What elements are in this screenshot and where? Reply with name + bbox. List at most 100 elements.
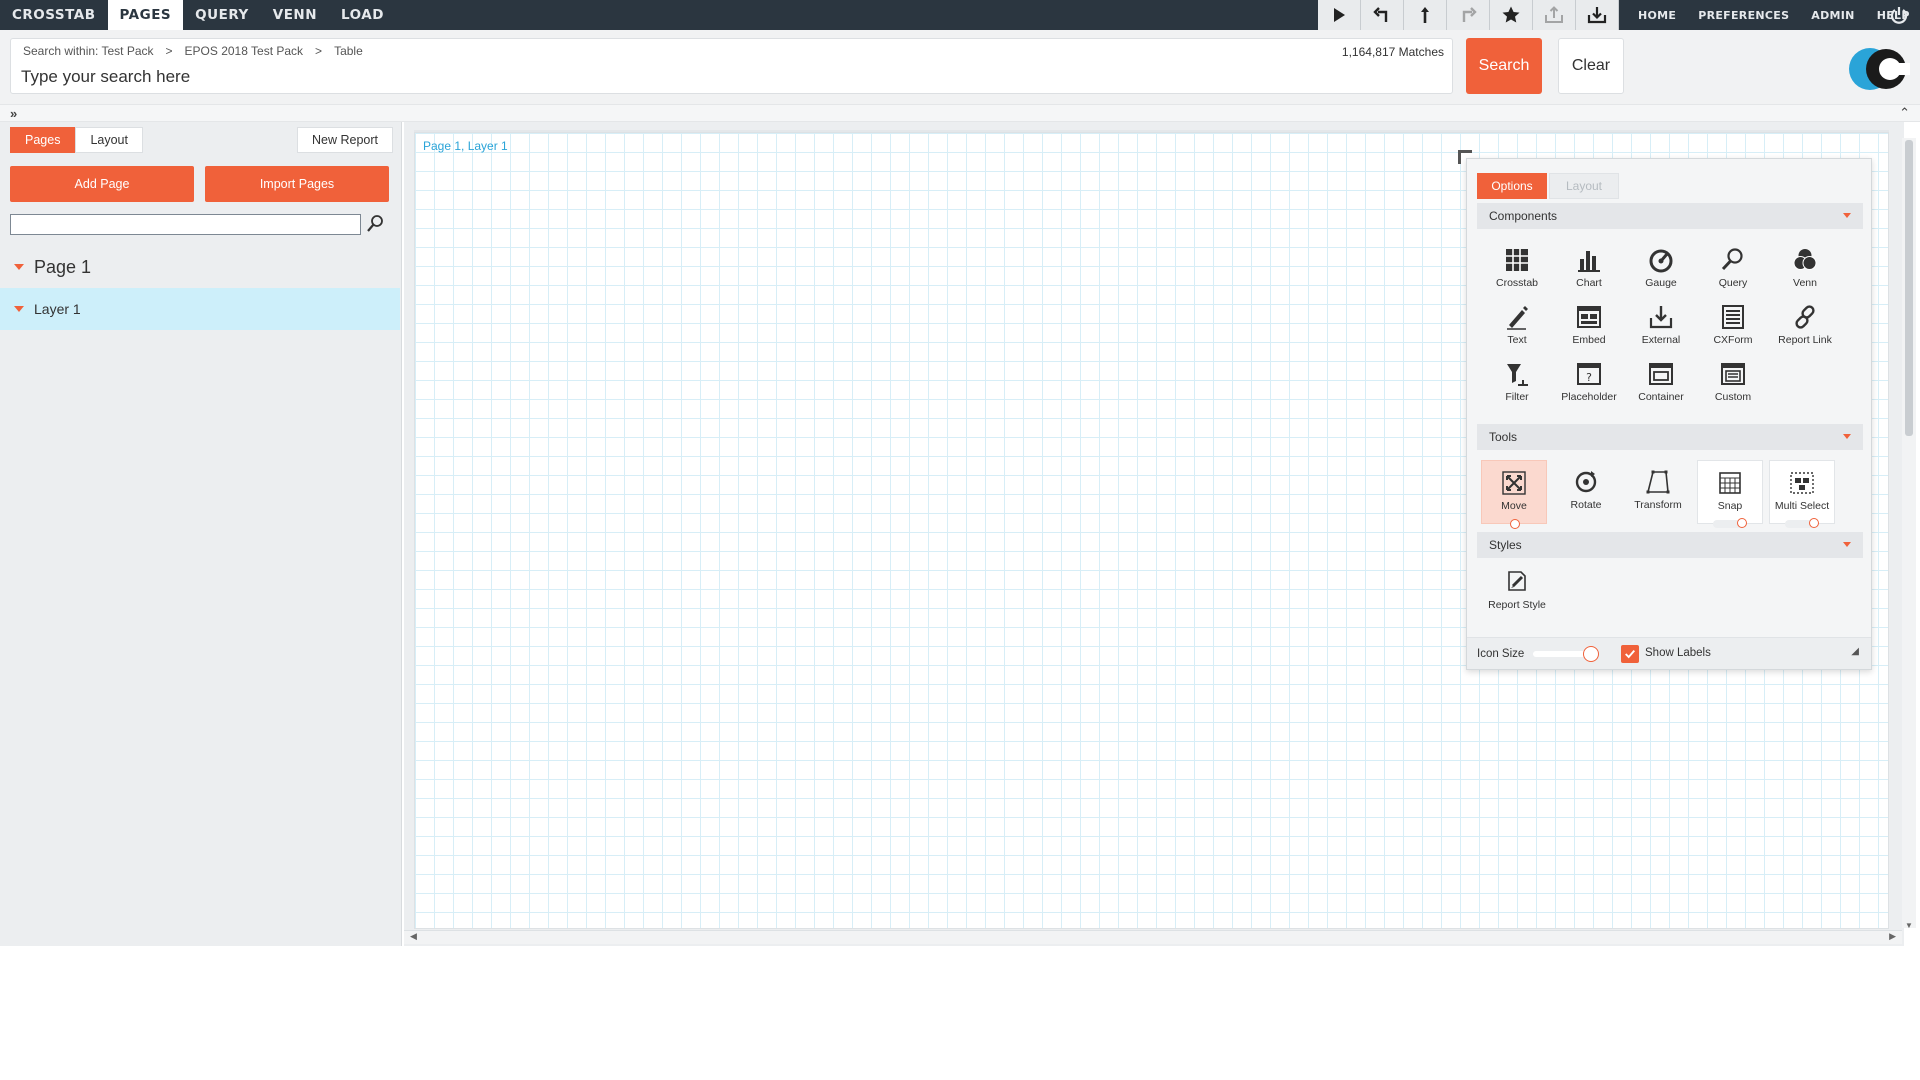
canvas-location-label: Page 1, Layer 1 bbox=[423, 139, 508, 153]
section-title: Components bbox=[1489, 209, 1558, 223]
venn-icon bbox=[1793, 249, 1817, 270]
star-icon[interactable] bbox=[1490, 0, 1533, 30]
toolbar bbox=[1318, 0, 1619, 30]
toggle-knob[interactable] bbox=[1809, 518, 1819, 528]
caret-down-icon[interactable] bbox=[1843, 213, 1851, 218]
search-button[interactable]: Search bbox=[1466, 38, 1542, 94]
add-page-button[interactable]: Add Page bbox=[10, 166, 194, 202]
tab-options[interactable]: Options bbox=[1477, 173, 1547, 199]
breadcrumb-item[interactable]: Search within: Test Pack bbox=[23, 44, 154, 58]
tree-item-layer[interactable]: Layer 1 bbox=[0, 288, 400, 330]
component-label: CXForm bbox=[1713, 334, 1753, 346]
component-label: Text bbox=[1507, 334, 1527, 346]
tab-crosstab[interactable]: CROSSTAB bbox=[0, 0, 108, 30]
styles-section-header[interactable]: Styles bbox=[1477, 532, 1863, 558]
icon-size-slider[interactable] bbox=[1533, 646, 1599, 662]
home-link[interactable]: HOME bbox=[1638, 9, 1676, 22]
slider-knob[interactable] bbox=[1583, 646, 1599, 662]
show-labels-checkbox[interactable] bbox=[1621, 645, 1639, 663]
admin-link[interactable]: ADMIN bbox=[1811, 9, 1854, 22]
tab-venn[interactable]: VENN bbox=[261, 0, 329, 30]
embed-icon bbox=[1577, 306, 1601, 328]
container-icon bbox=[1649, 363, 1673, 385]
page-filter-input[interactable] bbox=[10, 214, 361, 235]
tool-label: Move bbox=[1501, 500, 1527, 512]
clear-button[interactable]: Clear bbox=[1558, 38, 1624, 94]
power-icon[interactable] bbox=[1889, 5, 1909, 25]
snap-toggle[interactable] bbox=[1713, 518, 1747, 528]
search-input[interactable] bbox=[21, 65, 1321, 89]
scrollbar-thumb[interactable] bbox=[1905, 140, 1913, 436]
section-title: Tools bbox=[1489, 430, 1518, 444]
caret-down-icon[interactable] bbox=[14, 306, 24, 312]
tool-label: Transform bbox=[1634, 499, 1682, 511]
tool-transform[interactable]: Transform bbox=[1625, 460, 1691, 524]
export-icon[interactable] bbox=[1533, 0, 1576, 30]
component-label: Container bbox=[1638, 391, 1684, 403]
component-crosstab[interactable]: Crosstab bbox=[1481, 239, 1553, 296]
tab-layout-options[interactable]: Layout bbox=[1549, 173, 1619, 199]
caret-down-icon[interactable] bbox=[1843, 542, 1851, 547]
download-icon[interactable] bbox=[1576, 0, 1619, 30]
logo-icon bbox=[1849, 48, 1910, 90]
rotate-icon bbox=[1575, 471, 1597, 493]
component-venn[interactable]: Venn bbox=[1769, 239, 1841, 296]
new-report-button[interactable]: New Report bbox=[297, 127, 393, 153]
play-icon[interactable] bbox=[1318, 0, 1361, 30]
import-pages-button[interactable]: Import Pages bbox=[205, 166, 389, 202]
vertical-scrollbar[interactable]: ▼ bbox=[1902, 138, 1916, 930]
component-text[interactable]: Text bbox=[1481, 296, 1553, 353]
search-icon[interactable] bbox=[366, 214, 384, 234]
svg-text:?: ? bbox=[1586, 371, 1592, 384]
component-gauge[interactable]: Gauge bbox=[1625, 239, 1697, 296]
tab-layout-panel[interactable]: Layout bbox=[75, 127, 143, 153]
scroll-right-icon[interactable]: ▶ bbox=[1889, 931, 1896, 942]
collapse-header-icon[interactable]: ⌃ bbox=[1899, 105, 1910, 121]
transform-icon bbox=[1646, 470, 1670, 494]
tab-pages[interactable]: PAGES bbox=[107, 0, 184, 30]
horizontal-scrollbar[interactable]: ◀ ▶ bbox=[404, 930, 1902, 944]
tool-multi-select[interactable]: Multi Select bbox=[1769, 460, 1835, 528]
component-label: External bbox=[1641, 334, 1681, 346]
components-section-header[interactable]: Components bbox=[1477, 203, 1863, 229]
section-title: Styles bbox=[1489, 538, 1522, 552]
component-query[interactable]: Query bbox=[1697, 239, 1769, 296]
tool-rotate[interactable]: Rotate bbox=[1553, 460, 1619, 524]
upload-icon[interactable] bbox=[1404, 0, 1447, 30]
component-filter[interactable]: Filter bbox=[1481, 353, 1553, 410]
redo-icon[interactable] bbox=[1447, 0, 1490, 30]
tools-section-header[interactable]: Tools bbox=[1477, 424, 1863, 450]
toggle-knob[interactable] bbox=[1737, 518, 1747, 528]
component-embed[interactable]: Embed bbox=[1553, 296, 1625, 353]
resize-grip-icon[interactable]: ◢ bbox=[1851, 646, 1859, 657]
tool-snap[interactable]: Snap bbox=[1697, 460, 1763, 528]
component-cxform[interactable]: CXForm bbox=[1697, 296, 1769, 353]
component-label: Placeholder bbox=[1561, 391, 1617, 403]
tab-query[interactable]: QUERY bbox=[183, 0, 261, 30]
expand-panel-icon[interactable]: » bbox=[10, 106, 17, 121]
undo-icon[interactable] bbox=[1361, 0, 1404, 30]
component-placeholder[interactable]: ? Placeholder bbox=[1553, 353, 1625, 410]
text-icon bbox=[1507, 306, 1528, 330]
breadcrumb-item[interactable]: Table bbox=[334, 44, 363, 58]
style-label: Report Style bbox=[1488, 599, 1546, 611]
scroll-left-icon[interactable]: ◀ bbox=[410, 931, 417, 942]
scroll-down-icon[interactable]: ▼ bbox=[1905, 921, 1913, 930]
preferences-link[interactable]: PREFERENCES bbox=[1698, 9, 1789, 22]
component-label: Report Link bbox=[1778, 334, 1832, 346]
tab-load[interactable]: LOAD bbox=[329, 0, 396, 30]
tree-item-page[interactable]: Page 1 bbox=[0, 246, 400, 288]
breadcrumb-item[interactable]: EPOS 2018 Test Pack bbox=[185, 44, 304, 58]
component-external[interactable]: External bbox=[1625, 296, 1697, 353]
component-custom[interactable]: Custom bbox=[1697, 353, 1769, 410]
tool-move[interactable]: Move bbox=[1481, 460, 1547, 529]
options-panel: Options Layout Components Crosstab Chart… bbox=[1466, 158, 1872, 670]
component-report-link[interactable]: Report Link bbox=[1769, 296, 1841, 353]
component-chart[interactable]: Chart bbox=[1553, 239, 1625, 296]
caret-down-icon[interactable] bbox=[14, 264, 24, 270]
caret-down-icon[interactable] bbox=[1843, 434, 1851, 439]
tab-pages-panel[interactable]: Pages bbox=[10, 127, 76, 153]
multi-select-toggle[interactable] bbox=[1785, 518, 1819, 528]
component-container[interactable]: Container bbox=[1625, 353, 1697, 410]
style-report-style[interactable]: Report Style bbox=[1477, 559, 1557, 619]
